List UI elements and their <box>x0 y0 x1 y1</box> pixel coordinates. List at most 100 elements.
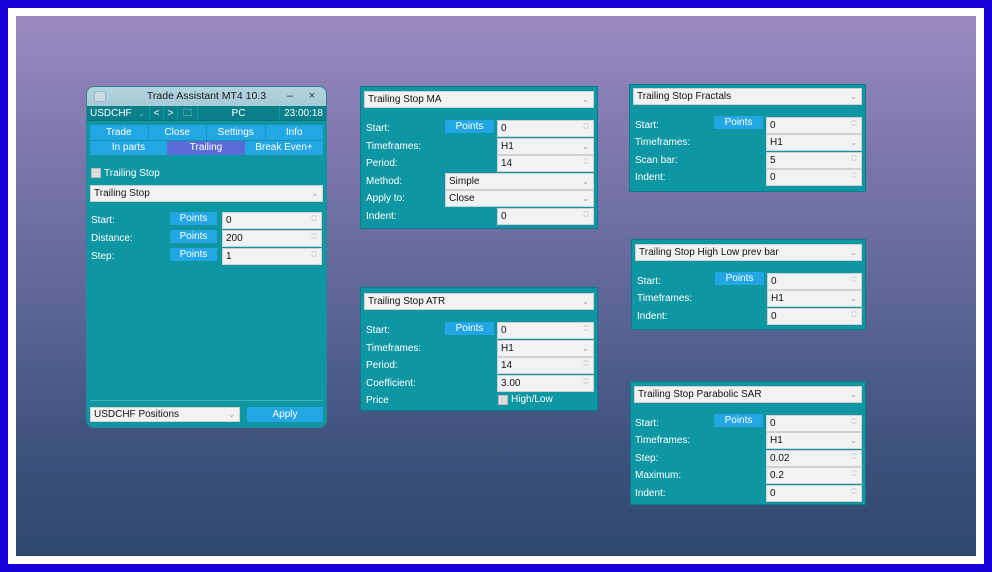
sar-maximum-value: 0.2 <box>770 470 784 481</box>
sar-mode-select[interactable]: Trailing Stop Parabolic SAR ⌄ <box>634 386 862 403</box>
highlow-mode-select[interactable]: Trailing Stop High Low prev bar ⌄ <box>635 244 862 261</box>
step-value: 1 <box>226 251 232 262</box>
ma-mode-value: Trailing Stop MA <box>368 94 442 105</box>
highlow-timeframes-select[interactable]: H1 ⌄ <box>767 290 862 307</box>
spinner-icon[interactable]: ︿ ﹀ <box>582 121 590 136</box>
spinner-icon[interactable]: ︿ ﹀ <box>850 309 858 324</box>
spinner-icon[interactable]: ︿ ﹀ <box>582 209 590 224</box>
highlow-points-button[interactable]: Points <box>715 272 764 285</box>
tab-info[interactable]: Info <box>265 125 323 140</box>
spinner-icon[interactable]: ︿ ﹀ <box>850 486 858 501</box>
highlow-timeframes-value: H1 <box>771 293 784 304</box>
highlow-start-input[interactable]: 0 ︿ ﹀ <box>767 273 862 290</box>
atr-mode-select[interactable]: Trailing Stop ATR ⌄ <box>364 293 594 310</box>
atr-coefficient-input[interactable]: 3.00 ︿ ﹀ <box>497 375 594 392</box>
spinner-icon[interactable]: ︿ ﹀ <box>310 231 318 246</box>
ma-period-input[interactable]: 14 ︿ ﹀ <box>497 155 594 172</box>
atr-timeframes-select[interactable]: H1 ⌄ <box>497 340 594 357</box>
title-bar[interactable]: Trade Assistant MT4 10.3 – × <box>87 87 326 106</box>
apply-button[interactable]: Apply <box>247 407 323 422</box>
trailing-stop-checkbox[interactable] <box>91 168 101 178</box>
sar-start-input[interactable]: 0 ︿ ﹀ <box>766 415 862 432</box>
start-input[interactable]: 0 ︿ ﹀ <box>222 212 322 229</box>
app-icon <box>94 91 106 102</box>
spinner-icon[interactable]: ︿ ﹀ <box>850 451 858 466</box>
sar-points-button[interactable]: Points <box>714 414 763 427</box>
spinner-icon[interactable]: ︿ ﹀ <box>850 170 858 185</box>
fractals-scan-bar-label: Scan bar: <box>635 155 678 166</box>
sar-timeframes-select[interactable]: H1 ⌄ <box>766 432 862 449</box>
sar-indent-input[interactable]: 0 ︿ ﹀ <box>766 485 862 502</box>
spinner-icon[interactable]: ︿ ﹀ <box>310 249 318 264</box>
atr-high-low-checkbox[interactable] <box>498 394 508 405</box>
atr-start-input[interactable]: 0 ︿ ﹀ <box>497 322 594 339</box>
chevron-down-icon: ⌄ <box>582 95 589 104</box>
sar-maximum-input[interactable]: 0.2 ︿ ﹀ <box>766 467 862 484</box>
spinner-icon[interactable]: ︿ ﹀ <box>582 156 590 171</box>
ma-mode-select[interactable]: Trailing Stop MA ⌄ <box>364 91 594 108</box>
fractals-timeframes-select[interactable]: H1 ⌄ <box>766 134 862 151</box>
atr-high-low-toggle[interactable]: High/Low <box>498 394 553 405</box>
distance-points-button[interactable]: Points <box>170 230 217 243</box>
trailing-mode-select[interactable]: Trailing Stop ⌄ <box>90 185 323 202</box>
trailing-ma-panel: Trailing Stop MA ⌄ Start: Points 0 ︿ ﹀ Tim… <box>360 86 598 229</box>
next-symbol-button[interactable]: > <box>164 106 178 120</box>
window-title: Trade Assistant MT4 10.3 <box>146 90 267 102</box>
highlow-start-value: 0 <box>771 276 777 287</box>
chevron-down-icon: ⌄ <box>582 142 589 151</box>
ma-indent-input[interactable]: 0 ︿ ﹀ <box>497 208 594 225</box>
fractals-indent-input[interactable]: 0 ︿ ﹀ <box>766 169 862 186</box>
folder-icon[interactable]: 🗀 <box>178 106 198 120</box>
ma-timeframes-select[interactable]: H1 ⌄ <box>497 138 594 155</box>
spinner-icon[interactable]: ︿ ﹀ <box>850 153 858 168</box>
spinner-icon[interactable]: ︿ ﹀ <box>850 274 858 289</box>
symbol-select[interactable]: USDCHF ⌄ <box>87 106 150 120</box>
tab-trade[interactable]: Trade <box>90 125 149 140</box>
fractals-start-value: 0 <box>770 120 776 131</box>
trailing-fractals-panel: Trailing Stop Fractals ⌄ Start: Points 0… <box>629 84 866 192</box>
spinner-icon[interactable]: ︿ ﹀ <box>850 468 858 483</box>
sar-step-input[interactable]: 0.02 ︿ ﹀ <box>766 450 862 467</box>
sar-maximum-label: Maximum: <box>635 470 682 481</box>
ma-method-select[interactable]: Simple ⌄ <box>445 173 594 190</box>
trailing-stop-toggle[interactable]: Trailing Stop <box>91 167 326 179</box>
step-input[interactable]: 1 ︿ ﹀ <box>222 248 322 265</box>
fractals-scan-bar-input[interactable]: 5 ︿ ﹀ <box>766 152 862 169</box>
tab-settings[interactable]: Settings <box>207 125 266 140</box>
spinner-icon[interactable]: ︿ ﹀ <box>582 376 590 391</box>
subtab-break-even[interactable]: Break Even+ <box>245 141 323 155</box>
trade-assistant-window: Trade Assistant MT4 10.3 – × USDCHF ⌄ < … <box>86 86 327 428</box>
fractals-start-input[interactable]: 0 ︿ ﹀ <box>766 117 862 134</box>
subtab-trailing[interactable]: Trailing <box>167 141 245 155</box>
tab-close[interactable]: Close <box>148 125 207 140</box>
highlow-indent-input[interactable]: 0 ︿ ﹀ <box>767 308 862 325</box>
spinner-icon[interactable]: ︿ ﹀ <box>310 213 318 228</box>
distance-input[interactable]: 200 ︿ ﹀ <box>222 230 322 247</box>
atr-period-input[interactable]: 14 ︿ ﹀ <box>497 357 594 374</box>
chevron-down-icon: ⌄ <box>582 177 589 186</box>
spinner-icon[interactable]: ︿ ﹀ <box>850 416 858 431</box>
spinner-icon[interactable]: ︿ ﹀ <box>582 358 590 373</box>
ma-period-value: 14 <box>501 158 513 169</box>
step-points-button[interactable]: Points <box>170 248 217 261</box>
subtab-in-parts[interactable]: In parts <box>90 141 167 155</box>
ma-start-input[interactable]: 0 ︿ ﹀ <box>497 120 594 137</box>
ma-timeframes-label: Timeframes: <box>366 141 422 152</box>
spinner-icon[interactable]: ︿ ﹀ <box>582 323 590 338</box>
ma-points-button[interactable]: Points <box>445 120 494 133</box>
fractals-points-button[interactable]: Points <box>714 116 763 129</box>
minimize-button[interactable]: – <box>282 87 298 106</box>
start-points-button[interactable]: Points <box>170 212 217 225</box>
atr-price-label: Price <box>366 395 389 406</box>
atr-points-button[interactable]: Points <box>445 322 494 335</box>
fractals-mode-select[interactable]: Trailing Stop Fractals ⌄ <box>633 88 862 105</box>
spinner-icon[interactable]: ︿ ﹀ <box>850 118 858 133</box>
chevron-down-icon: ⌄ <box>138 109 145 118</box>
ma-apply-to-select[interactable]: Close ⌄ <box>445 190 594 207</box>
sar-step-value: 0.02 <box>770 453 790 464</box>
sar-indent-label: Indent: <box>635 488 666 499</box>
prev-symbol-button[interactable]: < <box>150 106 164 120</box>
positions-select[interactable]: USDCHF Positions ⌄ <box>90 407 240 422</box>
close-button[interactable]: × <box>304 87 320 106</box>
highlow-mode-value: Trailing Stop High Low prev bar <box>639 247 779 258</box>
